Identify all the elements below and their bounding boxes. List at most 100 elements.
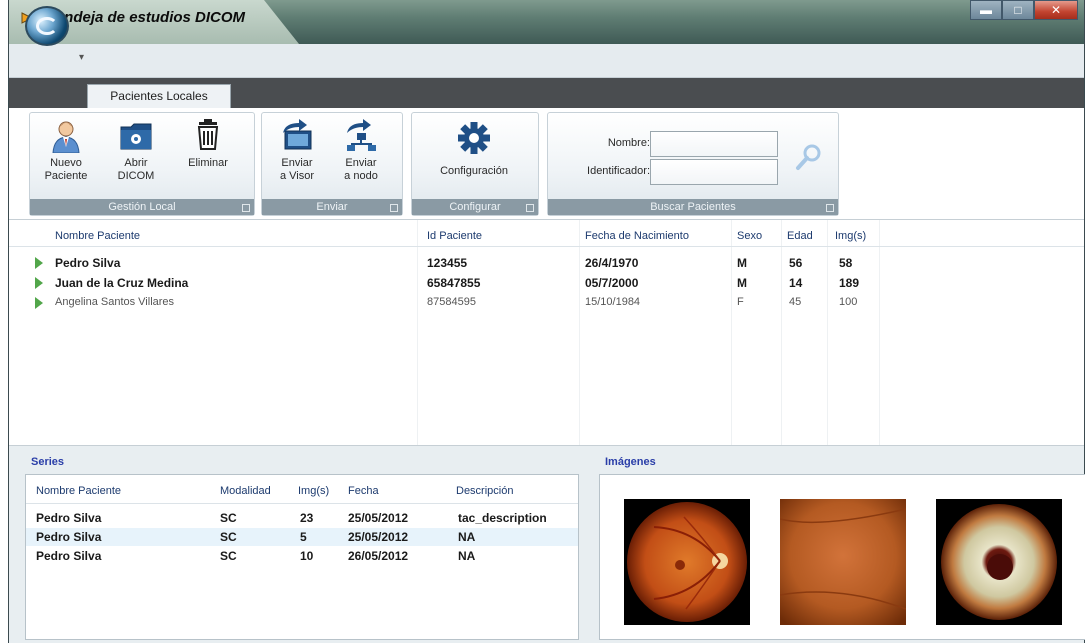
column-header-name[interactable]: Nombre Paciente (55, 230, 140, 242)
series-name: Pedro Silva (36, 549, 102, 563)
trash-icon (197, 119, 219, 150)
image-thumbnail-retina-fundus[interactable] (624, 499, 750, 625)
ribbon-group-label: Buscar Pacientes (548, 199, 838, 215)
search-icon[interactable] (794, 141, 826, 173)
patient-imgs: 100 (839, 296, 858, 308)
close-button[interactable]: ✕ (1034, 0, 1078, 20)
maximize-button[interactable]: □ (1002, 0, 1034, 20)
group-launcher-icon[interactable] (390, 204, 398, 212)
patient-name: Pedro Silva (55, 256, 121, 270)
gear-icon (458, 122, 490, 154)
row-arrow-icon (35, 297, 43, 309)
quick-access-toolbar: ▾ (9, 44, 1084, 78)
column-header-imgs[interactable]: Img(s) (835, 230, 866, 242)
open-dicom-button[interactable]: Abrir DICOM (112, 119, 160, 183)
name-search-input[interactable] (650, 131, 778, 157)
table-row[interactable]: Angelina Santos Villares 87584595 15/10/… (9, 294, 1084, 312)
send-to-viewer-label-1: Enviar (281, 157, 313, 169)
series-modality: SC (220, 511, 237, 525)
series-row[interactable]: Pedro Silva SC 5 25/05/2012 NA (26, 528, 578, 546)
retina-closeup-image (780, 499, 906, 625)
series-header-modality[interactable]: Modalidad (220, 485, 271, 497)
table-row[interactable]: Juan de la Cruz Medina 65847855 05/7/200… (9, 274, 1084, 292)
series-panel-title: Series (31, 456, 65, 468)
images-panel (599, 474, 1085, 640)
orb-logo-icon (36, 17, 58, 35)
send-to-node-label-1: Enviar (345, 157, 377, 169)
series-header-date[interactable]: Fecha (348, 485, 379, 497)
ribbon: Nuevo Paciente Abrir DICOM Eliminar Gest… (9, 108, 1084, 220)
retina-fundus-image (624, 499, 750, 625)
table-row[interactable]: Pedro Silva 123455 26/4/1970 M 56 58 (9, 254, 1084, 272)
patient-id: 87584595 (427, 296, 476, 308)
patient-age: 56 (789, 256, 803, 270)
open-dicom-label-2: DICOM (117, 170, 155, 182)
image-thumbnail-eye-anterior[interactable] (936, 499, 1062, 625)
tab-pacientes-locales[interactable]: Pacientes Locales (87, 84, 231, 108)
group-launcher-icon[interactable] (526, 204, 534, 212)
delete-button[interactable]: Eliminar (180, 119, 236, 170)
column-header-age[interactable]: Edad (787, 230, 813, 242)
images-panel-title: Imágenes (605, 456, 656, 468)
configuration-button[interactable]: Configuración (422, 119, 526, 178)
name-field-label: Nombre: (607, 137, 650, 149)
row-arrow-icon (35, 257, 43, 269)
folder-icon (120, 123, 152, 150)
image-thumbnail-retina-closeup[interactable] (780, 499, 906, 625)
ribbon-group-configurar: Configuración Configurar (411, 112, 539, 216)
delete-label: Eliminar (188, 157, 228, 169)
series-modality: SC (220, 549, 237, 563)
series-imgs: 23 (300, 511, 314, 525)
series-imgs: 10 (300, 549, 314, 563)
patient-id: 123455 (427, 256, 468, 270)
series-header-description[interactable]: Descripción (456, 485, 513, 497)
send-to-node-icon (347, 119, 376, 151)
ribbon-group-gestion-local: Nuevo Paciente Abrir DICOM Eliminar Gest… (29, 112, 255, 216)
new-patient-button[interactable]: Nuevo Paciente (40, 119, 92, 183)
send-to-node-button[interactable]: Enviar a nodo (334, 119, 388, 183)
column-header-birth[interactable]: Fecha de Nacimiento (585, 230, 689, 242)
column-header-sex[interactable]: Sexo (737, 230, 762, 242)
patient-sex: M (737, 256, 747, 270)
patient-birth: 05/7/2000 (585, 276, 639, 290)
window-controls: ▬ □ ✕ (970, 0, 1078, 22)
ribbon-group-label: Enviar (262, 199, 402, 215)
patient-age: 14 (789, 276, 803, 290)
series-date: 25/05/2012 (348, 530, 409, 544)
series-header-divider (26, 503, 578, 504)
row-arrow-icon (35, 277, 43, 289)
send-to-viewer-label-2: a Visor (279, 170, 315, 182)
series-name: Pedro Silva (36, 511, 102, 525)
quick-access-menu-icon[interactable]: ▾ (79, 52, 84, 63)
series-description: NA (458, 530, 476, 544)
patient-id: 65847855 (427, 276, 481, 290)
user-icon (52, 121, 80, 153)
series-date: 26/05/2012 (348, 549, 409, 563)
eye-anterior-image (936, 499, 1062, 625)
ribbon-group-label: Gestión Local (30, 199, 254, 215)
patient-birth: 15/10/1984 (585, 296, 641, 308)
series-name: Pedro Silva (36, 530, 102, 544)
application-menu-button[interactable] (25, 6, 69, 46)
identifier-field-label: Identificador: (587, 165, 650, 177)
new-patient-label-1: Nuevo (50, 157, 82, 169)
main-window: Bandeja de estudios DICOM ▬ □ ✕ ▾ Pacien… (8, 0, 1085, 643)
send-to-viewer-button[interactable]: Enviar a Visor (270, 119, 324, 183)
series-row[interactable]: Pedro Silva SC 23 25/05/2012 tac_descrip… (26, 509, 578, 527)
minimize-button[interactable]: ▬ (970, 0, 1002, 20)
series-header-imgs[interactable]: Img(s) (298, 485, 329, 497)
window-title: Bandeja de estudios DICOM (45, 9, 246, 26)
series-row[interactable]: Pedro Silva SC 10 26/05/2012 NA (26, 547, 578, 565)
group-launcher-icon[interactable] (826, 204, 834, 212)
new-patient-label-2: Paciente (44, 170, 88, 182)
series-header-name[interactable]: Nombre Paciente (36, 485, 121, 497)
column-header-id[interactable]: Id Paciente (427, 230, 482, 242)
ribbon-tab-bar: Pacientes Locales (9, 78, 1084, 108)
patient-sex: F (737, 296, 744, 308)
series-date: 25/05/2012 (348, 511, 409, 525)
open-dicom-label-1: Abrir (124, 157, 148, 169)
title-bar[interactable]: Bandeja de estudios DICOM ▬ □ ✕ (9, 0, 1084, 44)
group-launcher-icon[interactable] (242, 204, 250, 212)
identifier-search-input[interactable] (650, 159, 778, 185)
series-description: NA (458, 549, 476, 563)
